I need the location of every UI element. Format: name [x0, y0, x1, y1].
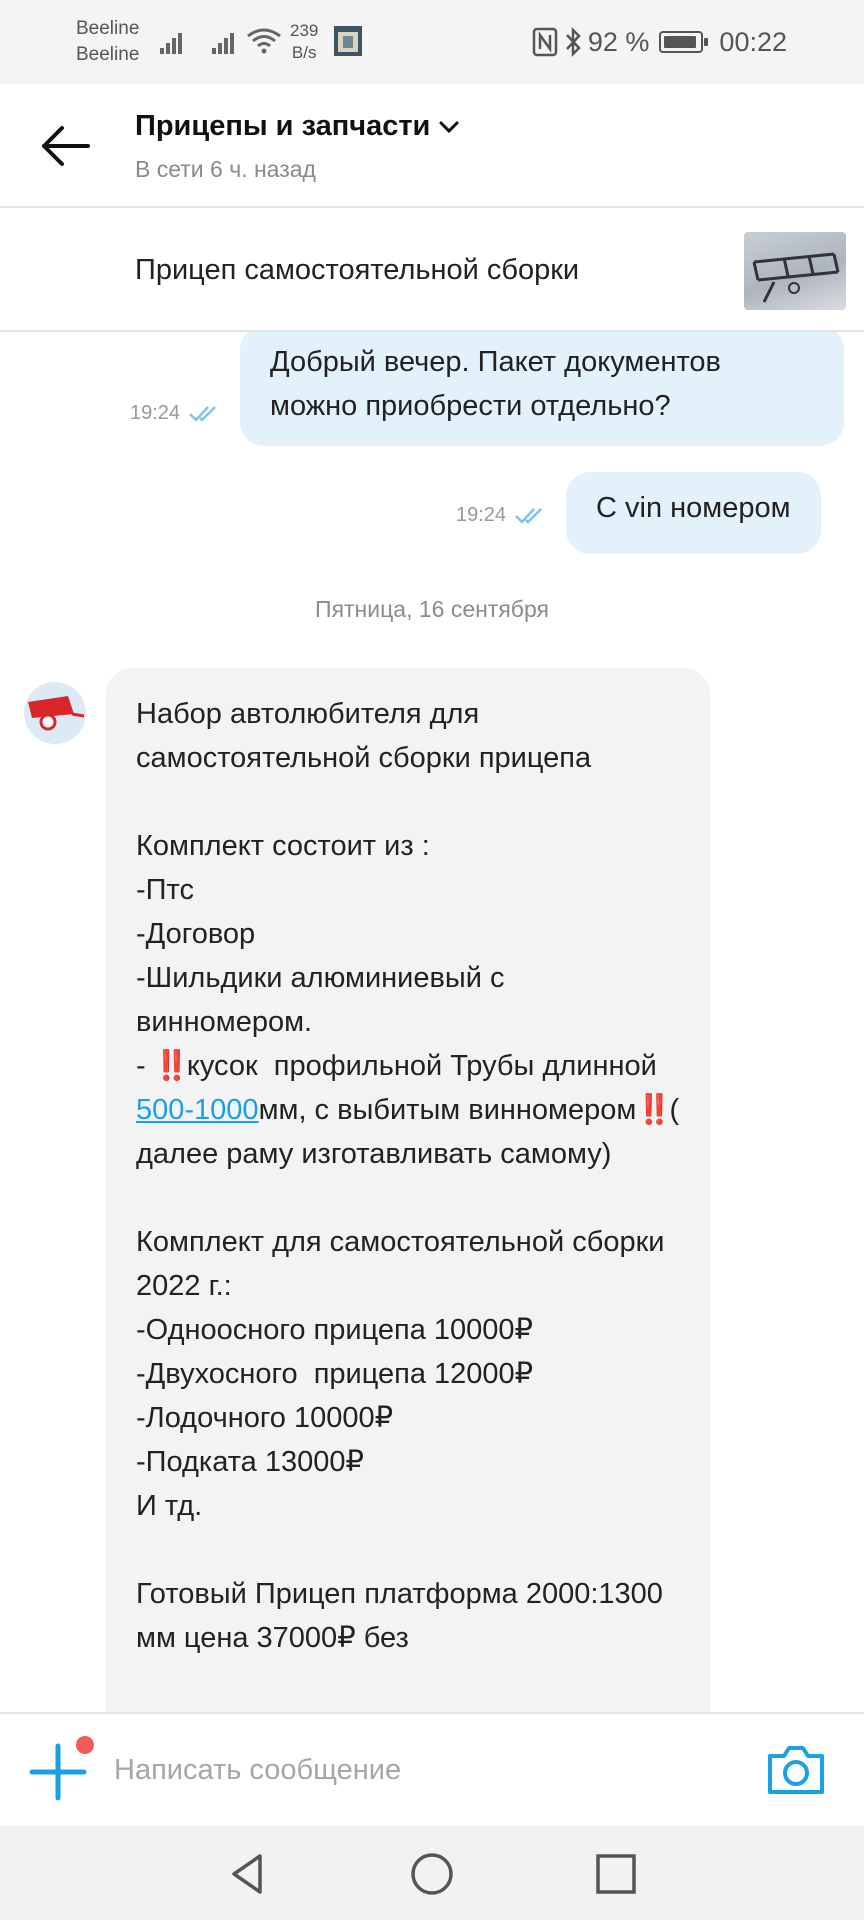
- wifi-icon: [247, 28, 281, 54]
- camera-icon[interactable]: [766, 1742, 826, 1796]
- message-composer: [0, 1712, 864, 1826]
- signal-icon: [160, 33, 182, 54]
- message-input[interactable]: [114, 1744, 714, 1796]
- outgoing-message[interactable]: С vin номером: [566, 472, 821, 554]
- message-text: Добрый вечер. Пакет документов можно при…: [270, 346, 721, 422]
- seller-name: Прицепы и запчасти: [135, 110, 431, 142]
- phone-link[interactable]: 500-1000: [136, 1094, 259, 1126]
- network-speed: 239 B/s: [290, 21, 319, 62]
- message-text: кусок профильной Трубы длинной: [186, 1050, 665, 1082]
- double-exclamation: ‼️: [636, 1094, 672, 1126]
- battery-fill: [664, 36, 696, 48]
- carrier-2: Beeline: [76, 44, 140, 65]
- trailer-logo: [28, 696, 85, 731]
- notification-dot: [76, 1736, 94, 1754]
- battery-percent: 92 %: [587, 26, 650, 57]
- nav-back-icon[interactable]: [224, 1850, 272, 1898]
- status-right: 92 % 00:22: [532, 24, 787, 60]
- carrier-1: Beeline: [76, 18, 140, 39]
- carrier-labels: Beeline Beeline: [76, 16, 139, 68]
- clock: 00:22: [719, 26, 787, 57]
- message-text: С vin номером: [596, 492, 791, 524]
- message-time: 19:24: [130, 402, 181, 424]
- message-meta: 19:24: [456, 504, 544, 527]
- back-arrow-icon[interactable]: [40, 124, 92, 168]
- message-meta: 19:24: [130, 402, 218, 425]
- signal-icon: [212, 33, 234, 54]
- message-time: 19:24: [456, 504, 507, 526]
- message-text: ( далее раму изготавливать самому) Компл…: [136, 1094, 680, 1654]
- listing-title: Прицеп самостоятельной сборки: [135, 254, 580, 286]
- date-separator: Пятница, 16 сентября: [315, 596, 549, 622]
- message-list[interactable]: 19:24 Добрый вечер. Пакет документов мож…: [0, 332, 864, 1712]
- message-text: Набор автолюбителя для самостоятельной с…: [136, 698, 592, 1082]
- app-notification-icon: [334, 26, 362, 56]
- online-status: В сети 6 ч. назад: [135, 156, 316, 182]
- listing-thumbnail[interactable]: [744, 232, 846, 310]
- system-nav-bar: [0, 1826, 864, 1920]
- listing-banner[interactable]: Прицеп самостоятельной сборки: [0, 210, 864, 332]
- incoming-message[interactable]: Набор автолюбителя для самостоятельной с…: [106, 668, 710, 1712]
- outgoing-message[interactable]: Добрый вечер. Пакет документов можно при…: [240, 332, 844, 446]
- message-text: мм, с выбитым винномером: [258, 1094, 637, 1126]
- double-check-icon: [515, 507, 542, 524]
- battery-icon: [659, 31, 709, 53]
- chevron-down-icon: [439, 121, 459, 133]
- double-check-icon: [189, 405, 216, 422]
- nav-recents-icon[interactable]: [592, 1850, 640, 1898]
- avatar[interactable]: [24, 682, 86, 744]
- attach-button[interactable]: [28, 1736, 94, 1802]
- nfc-icon: [532, 27, 558, 57]
- trailer-frame-image: [752, 252, 840, 303]
- chat-title[interactable]: Прицепы и запчасти: [135, 110, 460, 143]
- screen: Beeline Beeline 239 B/s 92 % 00:22 Прице…: [0, 0, 864, 1920]
- double-exclamation: ‼️: [153, 1050, 190, 1082]
- bluetooth-icon: [565, 27, 581, 57]
- chat-header: Прицепы и запчасти В сети 6 ч. назад: [0, 84, 864, 208]
- nav-home-icon[interactable]: [408, 1850, 456, 1898]
- status-bar: Beeline Beeline 239 B/s 92 % 00:22: [0, 0, 864, 84]
